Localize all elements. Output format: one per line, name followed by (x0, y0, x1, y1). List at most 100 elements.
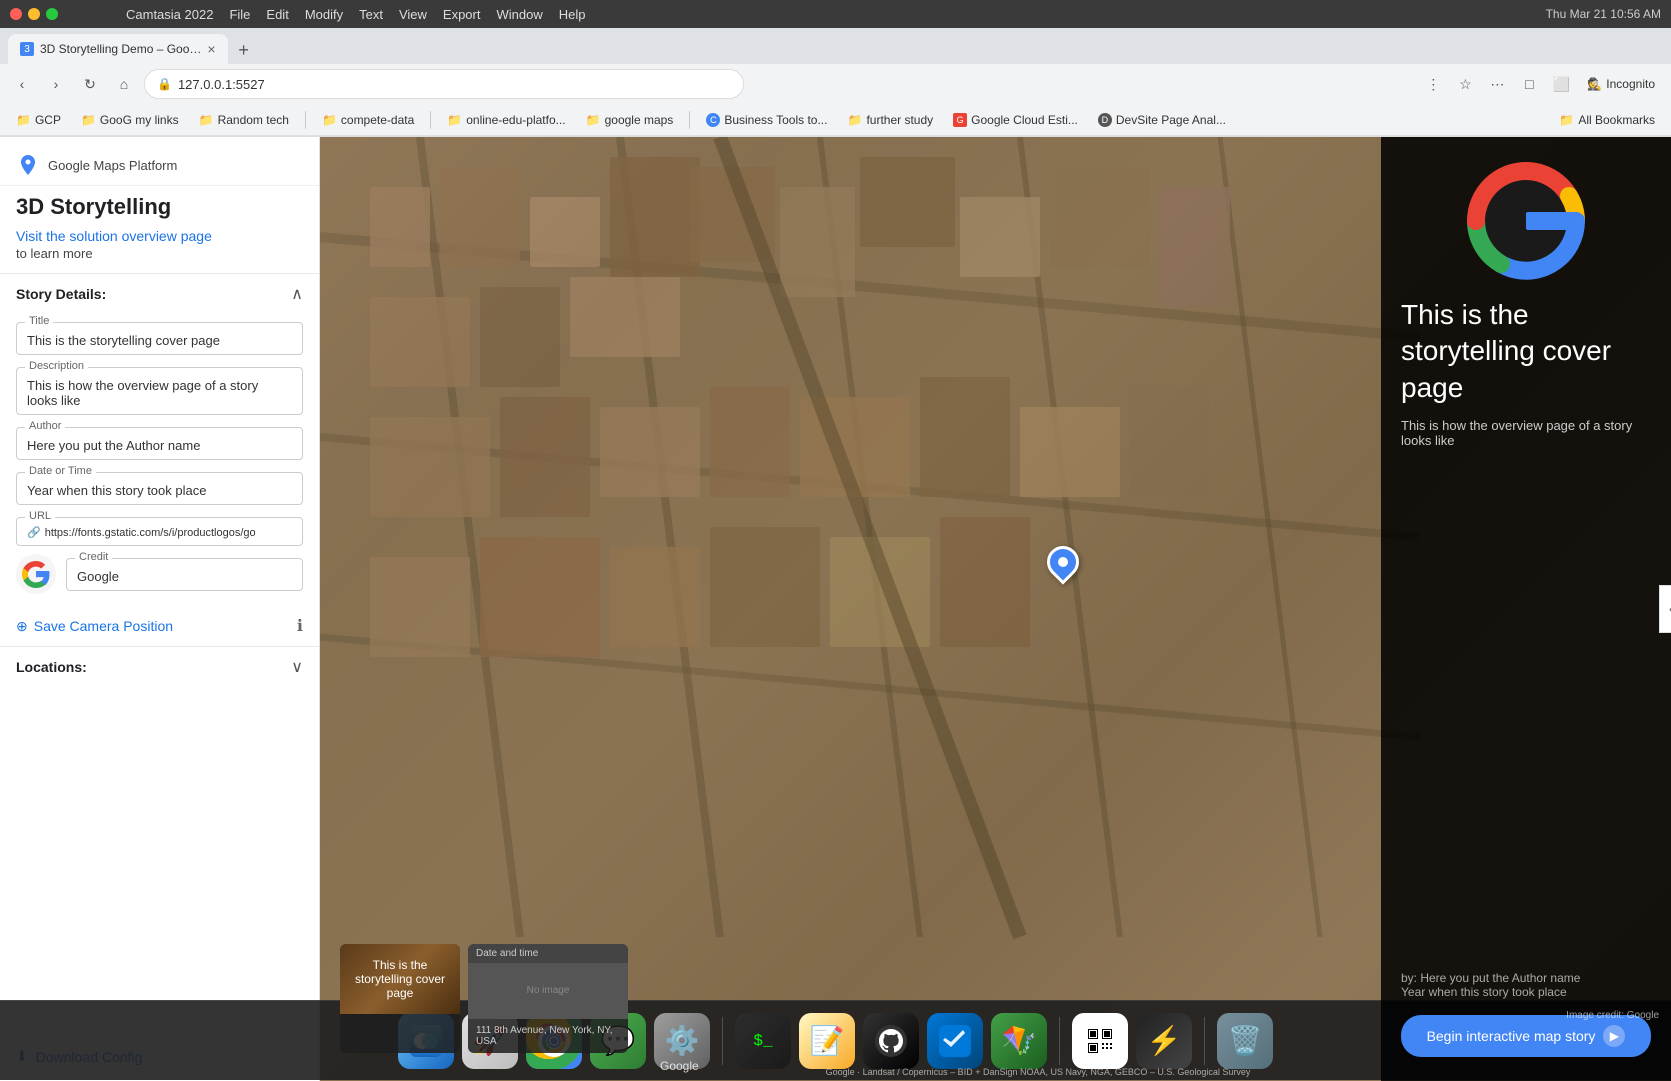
url-field-group: URL 🔗 https://fonts.gstatic.com/s/i/prod… (16, 517, 303, 546)
author-field-value[interactable]: Here you put the Author name (27, 438, 292, 453)
home-button[interactable]: ⌂ (110, 70, 138, 98)
title-field-group: Title This is the storytelling cover pag… (16, 322, 303, 355)
menu-dots-icon[interactable]: ⋯ (1483, 70, 1511, 98)
bookmark-label: GooG my links (100, 113, 179, 127)
all-bookmarks[interactable]: 📁 All Bookmarks (1551, 109, 1663, 131)
cloud-favicon: G (953, 113, 967, 127)
back-button[interactable]: ‹ (8, 70, 36, 98)
thumbnail-address: 111 8th Avenue, New York, NY, USA (468, 1018, 628, 1053)
browser-toolbar: ‹ › ↻ ⌂ 🔒 127.0.0.1:5527 ⋮ ☆ ⋯ □ ⬜ 🕵️ In… (0, 64, 1671, 104)
menu-window[interactable]: Window (496, 7, 542, 22)
maximize-btn[interactable] (46, 8, 58, 20)
dock-separator (722, 1017, 723, 1065)
address-lock-icon: 🔒 (157, 77, 172, 91)
url-field-value[interactable]: 🔗 https://fonts.gstatic.com/s/i/productl… (27, 526, 292, 539)
title-field-value[interactable]: This is the storytelling cover page (27, 333, 292, 348)
bookmark-compete-data[interactable]: 📁 compete-data (314, 109, 422, 131)
bookmark-folder-icon: 📁 (16, 113, 31, 127)
bookmark-label: Google Cloud Esti... (971, 113, 1078, 127)
traffic-lights (10, 8, 58, 20)
bookmark-cloud-esti[interactable]: G Google Cloud Esti... (945, 109, 1086, 131)
menu-help[interactable]: Help (559, 7, 586, 22)
sidebar-learn-more: to learn more (0, 244, 319, 273)
bookmark-online-edu[interactable]: 📁 online-edu-platfo... (439, 109, 573, 131)
sidebar-title: 3D Storytelling (0, 186, 319, 228)
solution-overview-link[interactable]: Visit the solution overview page (0, 228, 319, 244)
toolbar-right: ⋮ ☆ ⋯ □ ⬜ 🕵️ Incognito (1419, 70, 1663, 98)
datetime-display: Thu Mar 21 10:56 AM (1546, 7, 1661, 21)
map-thumbnails: This is the storytelling cover page Date… (340, 944, 628, 1053)
menu-file[interactable]: File (229, 7, 250, 22)
menu-text[interactable]: Text (359, 7, 383, 22)
refresh-button[interactable]: ↻ (76, 70, 104, 98)
info-icon[interactable]: ℹ (297, 616, 303, 636)
bookmark-folder-icon: 📁 (199, 113, 214, 127)
description-field-label: Description (25, 360, 88, 372)
bookmark-separator-2 (430, 111, 431, 129)
description-field-group: Description This is how the overview pag… (16, 367, 303, 415)
screenshot-icon[interactable]: ⬜ (1547, 70, 1575, 98)
image-credit-text: Image credit: Google (1566, 1010, 1659, 1021)
menu-edit[interactable]: Edit (266, 7, 288, 22)
business-favicon: C (706, 113, 720, 127)
thumbnail-no-image: No image (468, 963, 628, 1018)
map-area[interactable]: This is the storytelling cover page This… (320, 137, 1671, 1081)
bookmark-folder-icon: 📁 (447, 113, 462, 127)
bookmark-random-tech[interactable]: 📁 Random tech (191, 109, 297, 131)
begin-btn-arrow-icon: ▶ (1603, 1025, 1625, 1047)
dock-github-icon[interactable] (863, 1013, 919, 1069)
save-camera-button[interactable]: ⊕ Save Camera Position (16, 618, 173, 635)
thumbnail-date[interactable]: Date and time No image 111 8th Avenue, N… (468, 944, 628, 1053)
sidebar-toggle-button[interactable]: ‹ (1659, 585, 1671, 633)
sidebar-brand-label: Google Maps Platform (48, 158, 177, 173)
story-details-header[interactable]: Story Details: ∧ (0, 273, 319, 314)
google-maps-logo-icon (16, 153, 40, 177)
dock-electron-icon[interactable]: ⚡ (1136, 1013, 1192, 1069)
description-field-value[interactable]: This is how the overview page of a story… (27, 378, 292, 408)
cast-icon[interactable]: □ (1515, 70, 1543, 98)
date-field-value[interactable]: Year when this story took place (27, 483, 292, 498)
menu-export[interactable]: Export (443, 7, 481, 22)
bookmarks-folder-icon: 📁 (1559, 113, 1574, 127)
dock-trash-icon[interactable]: 🗑️ (1217, 1013, 1273, 1069)
close-btn[interactable] (10, 8, 22, 20)
dock-kite-icon[interactable]: 🪁 (991, 1013, 1047, 1069)
bookmark-devsite[interactable]: D DevSite Page Anal... (1090, 109, 1234, 131)
dock-qr-icon[interactable] (1072, 1013, 1128, 1069)
new-tab-button[interactable]: + (230, 36, 258, 64)
dock-terminal-icon[interactable]: $_ (735, 1013, 791, 1069)
minimize-btn[interactable] (28, 8, 40, 20)
dock-vscode-icon[interactable] (927, 1013, 983, 1069)
bookmark-google-maps[interactable]: 📁 google maps (578, 109, 682, 131)
forward-button[interactable]: › (42, 70, 70, 98)
sidebar: Google Maps Platform 3D Storytelling Vis… (0, 137, 320, 1081)
address-bar[interactable]: 🔒 127.0.0.1:5527 (144, 69, 744, 99)
credit-field-value[interactable]: Google (77, 569, 292, 584)
bookmark-gcp[interactable]: 📁 GCP (8, 109, 69, 131)
begin-interactive-map-button[interactable]: Begin interactive map story ▶ (1401, 1015, 1651, 1057)
google-watermark: Google (660, 1059, 699, 1073)
qr-svg (1086, 1027, 1114, 1055)
address-url: 127.0.0.1:5527 (178, 77, 265, 92)
story-fields: Title This is the storytelling cover pag… (0, 314, 319, 554)
cover-title: This is the storytelling cover page (1401, 297, 1651, 406)
mac-right-controls: Thu Mar 21 10:56 AM (1546, 7, 1661, 21)
tab-close-icon[interactable]: × (207, 41, 215, 57)
menu-modify[interactable]: Modify (305, 7, 343, 22)
credit-field-label: Credit (75, 551, 112, 563)
active-tab[interactable]: 3 3D Storytelling Demo – Goo… × (8, 34, 228, 64)
thumbnail-cover[interactable]: This is the storytelling cover page (340, 944, 460, 1053)
menu-view[interactable]: View (399, 7, 427, 22)
cover-credit: by: Here you put the Author name Year wh… (1401, 971, 1651, 999)
extensions-icon[interactable]: ⋮ (1419, 70, 1447, 98)
menu-camtasia[interactable]: Camtasia 2022 (126, 7, 213, 22)
bookmark-label: Random tech (218, 113, 289, 127)
bookmark-star-icon[interactable]: ☆ (1451, 70, 1479, 98)
bookmark-label: online-edu-platfo... (466, 113, 565, 127)
dock-notes-icon[interactable]: 📝 (799, 1013, 855, 1069)
locations-header[interactable]: Locations: ∨ (0, 646, 319, 687)
bookmark-goog-links[interactable]: 📁 GooG my links (73, 109, 187, 131)
bookmark-further-study[interactable]: 📁 further study (839, 109, 941, 131)
bookmark-business-tools[interactable]: C Business Tools to... (698, 109, 835, 131)
tab-favicon: 3 (20, 42, 34, 56)
